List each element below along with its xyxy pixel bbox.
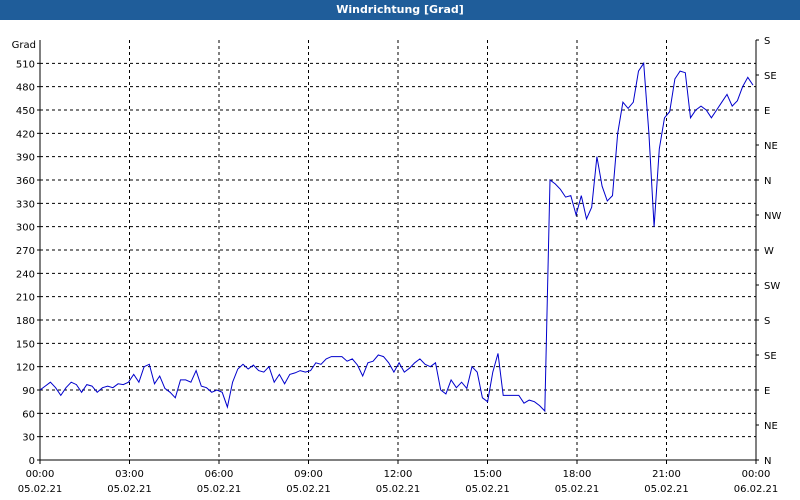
wind-direction-series [39,61,754,413]
x-tick-label-time: 15:00 [473,469,502,480]
y2-tick-label: S [764,316,770,327]
x-tick-label-date: 05.02.21 [555,484,600,495]
y-tick-label: 180 [16,316,35,327]
y-tick-label: 420 [16,129,35,140]
y-tick-label: 0 [29,456,35,467]
x-tick-label-time: 00:00 [742,469,771,480]
x-tick-label-time: 18:00 [563,469,592,480]
y2-tick-label: SE [764,351,777,362]
y-tick-label: 270 [16,246,35,257]
y2-tick-label: NW [764,211,781,222]
y-tick-label: 300 [16,223,35,234]
y-tick-label: 60 [22,409,35,420]
y2-tick-label: SW [764,281,780,292]
x-tick-label-date: 05.02.21 [197,484,242,495]
x-tick-label-date: 05.02.21 [644,484,689,495]
y2-tick-label: NE [764,421,778,432]
y-axis-label: Grad [12,40,36,51]
x-tick-label-time: 06:00 [205,469,234,480]
y2-tick-label: NE [764,141,778,152]
x-tick-label-time: 00:00 [26,469,55,480]
y2-tick-label: E [764,386,770,397]
y-tick-label: 480 [16,83,35,94]
y-tick-label: 390 [16,153,35,164]
y-tick-label: 210 [16,293,35,304]
y-tick-label: 30 [22,433,35,444]
line-chart: 0 30 60 90 120 150 180 210 240 270 300 330 360 390 420… [12,36,782,495]
y2-tick-label: N [764,456,771,467]
x-tick-label-date: 05.02.21 [107,484,152,495]
x-tick-label-date: 05.02.21 [286,484,331,495]
y-tick-label: 240 [16,269,35,280]
y2-tick-label: N [764,176,771,187]
y-tick-label: 510 [16,59,35,70]
x-tick-label-date: 05.02.21 [376,484,421,495]
x-tick-label-date: 05.02.21 [18,484,63,495]
y2-tick-label: E [764,106,770,117]
x-tick-label-time: 21:00 [652,469,681,480]
x-tick-label-time: 12:00 [384,469,413,480]
window-title: Windrichtung [Grad] [0,0,800,20]
x-tick-label-date: 06.02.21 [734,484,779,495]
x-tick-label-time: 09:00 [294,469,323,480]
y-tick-label: 450 [16,106,35,117]
x-tick-label-time: 03:00 [115,469,144,480]
y2-tick-label: W [764,246,774,257]
y2-tick-label: S [764,36,770,47]
y-tick-label: 90 [22,386,35,397]
x-tick-label-date: 05.02.21 [465,484,510,495]
y-tick-label: 360 [16,176,35,187]
y-tick-label: 150 [16,339,35,350]
y2-tick-label: SE [764,71,777,82]
y-tick-label: 120 [16,363,35,374]
y-tick-label: 330 [16,199,35,210]
